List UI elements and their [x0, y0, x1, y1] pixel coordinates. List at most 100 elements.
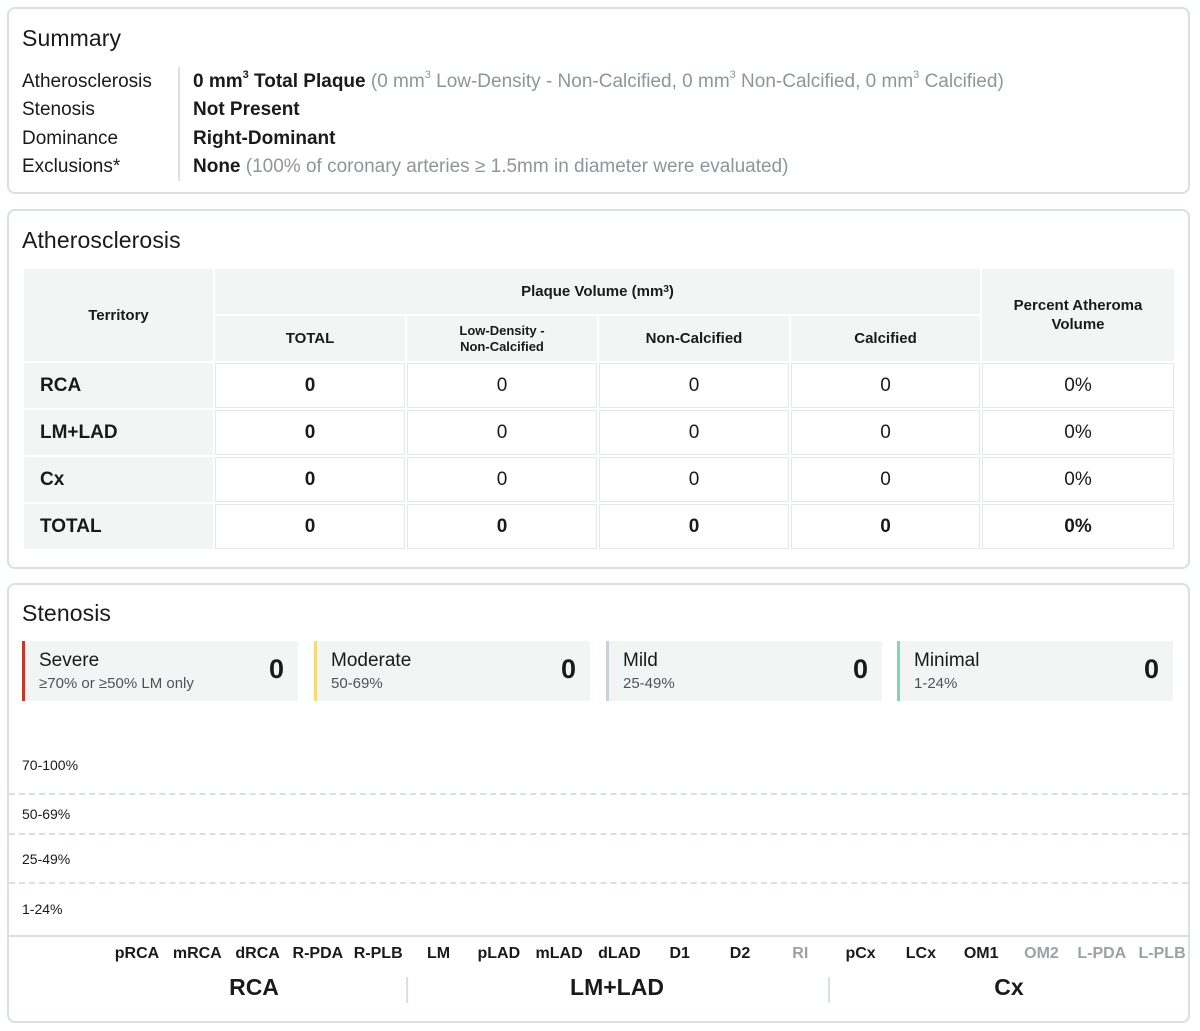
summary-labels: Atherosclerosis Stenosis Dominance Exclu…	[22, 68, 178, 181]
band-divider	[9, 882, 1188, 884]
card-count: 0	[268, 654, 284, 684]
table-cell-non-calcified: 0	[599, 504, 789, 549]
label-dominance: Dominance	[22, 127, 119, 149]
segment-label-dlad: dLAD	[598, 945, 641, 962]
card-count: 0	[560, 654, 576, 684]
header-low-density-line-2: Non-Calcified	[460, 338, 544, 354]
table-cell-total: 0	[215, 457, 405, 502]
summary-divider	[178, 67, 180, 181]
value-atherosclerosis: 0 mm3 Total Plaque (0 mm3 Low-Density - …	[193, 68, 1004, 96]
segment-label-d2: D2	[729, 945, 751, 962]
stenosis-card-severe: Severe ≥70% or ≥50% LM only 0	[22, 641, 298, 701]
segment-label-pcx: pCx	[845, 945, 876, 962]
header-pav-line-2: Volume	[1051, 316, 1105, 333]
stenosis-title: Stenosis	[22, 600, 112, 626]
table-cell-calcified: 0	[791, 504, 980, 549]
atherosclerosis-panel: Atherosclerosis Territory Plaque Volume …	[7, 209, 1190, 569]
segment-label-prca: pRCA	[114, 945, 160, 962]
value-dominance: Right-Dominant	[193, 127, 336, 149]
group-label-cx: Cx	[994, 974, 1024, 1000]
table-cell-calcified: 0	[791, 410, 980, 455]
group-separator	[828, 977, 830, 1003]
card-title: Mild	[623, 650, 658, 671]
table-cell-non-calcified: 0	[599, 457, 789, 502]
unit-superscript: 3	[913, 68, 920, 81]
unit-superscript: 3	[242, 68, 249, 81]
segment-label-lm: LM	[426, 945, 451, 962]
band-label-1-24: 1-24%	[22, 901, 63, 917]
breakdown-part-4: Calcified)	[919, 71, 1004, 92]
card-count: 0	[852, 654, 868, 684]
table-cell-pav: 0%	[982, 504, 1174, 549]
total-plaque: 0 mm3 Total Plaque	[193, 68, 366, 92]
card-range: ≥70% or ≥50% LM only	[39, 675, 194, 692]
header-plaque-volume: Plaque Volume (mm 3)	[215, 269, 980, 314]
segment-label-mlad: mLAD	[535, 945, 583, 962]
table-cell-total: 0	[215, 363, 405, 408]
segment-label-drca: dRCA	[235, 945, 280, 962]
segment-label-l-pda: L-PDA	[1077, 945, 1127, 962]
stenosis-card-mild: Mild 25-49% 0	[606, 641, 882, 701]
total-plaque-label: Total Plaque	[248, 71, 366, 92]
header-low-density-line-1: Low-Density -	[459, 322, 545, 338]
card-range: 1-24%	[914, 675, 958, 692]
segment-label-r-pda: R-PDA	[292, 945, 344, 962]
table-cell-non-calcified: 0	[599, 410, 789, 455]
breakdown-part-3: Non-Calcified, 0 mm	[735, 71, 914, 92]
stenosis-card-minimal: Minimal 1-24% 0	[897, 641, 1173, 701]
stenosis-panel: Stenosis Severe ≥70% or ≥50% LM only 0 Mode…	[7, 583, 1190, 1023]
value-stenosis: Not Present	[193, 99, 300, 121]
band-divider	[9, 833, 1188, 835]
value-exclusions: None (100% of coronary arteries ≥ 1.5mm …	[193, 153, 1004, 181]
table-cell-calcified: 0	[791, 457, 980, 502]
table-cell-pav: 0%	[982, 410, 1174, 455]
segment-label-plad: pLAD	[477, 945, 521, 962]
card-count: 0	[1143, 654, 1159, 684]
plaque-breakdown: (0 mm3 Low-Density - Non-Calcified, 0 mm…	[365, 68, 1004, 92]
unit-superscript: 3	[729, 68, 736, 81]
header-calcified: Calcified	[791, 316, 980, 361]
row-label: RCA	[24, 363, 213, 408]
exclusions-value: None	[193, 155, 241, 177]
plaque-table: Territory Plaque Volume (mm 3) Percent At…	[24, 269, 1174, 553]
group-label-rca: RCA	[229, 974, 279, 1000]
card-range: 50-69%	[331, 675, 383, 692]
header-territory: Territory	[24, 269, 213, 361]
segment-axis-line	[9, 935, 1188, 937]
band-label-25-49: 25-49%	[22, 851, 71, 867]
segment-label-mrca: mRCA	[172, 945, 222, 962]
band-label-50-69: 50-69%	[22, 806, 71, 822]
row-label: Cx	[24, 457, 213, 502]
card-range: 25-49%	[623, 675, 675, 692]
card-title: Moderate	[331, 650, 412, 671]
segment-label-om1: OM1	[963, 945, 999, 962]
header-pav-line-1: Percent Atheroma	[1013, 297, 1143, 314]
breakdown-part-1: (0 mm	[365, 71, 425, 92]
header-pav: Percent Atheroma Volume	[982, 269, 1174, 361]
total-plaque-value: 0 mm	[193, 71, 243, 92]
header-non-calcified: Non-Calcified	[599, 316, 789, 361]
band-label-70-100: 70-100%	[22, 757, 79, 773]
atherosclerosis-title: Atherosclerosis	[22, 227, 181, 253]
table-cell-low-density: 0	[407, 410, 597, 455]
card-title: Minimal	[914, 650, 980, 671]
header-low-density: Low-Density - Non-Calcified	[407, 316, 597, 361]
table-cell-low-density: 0	[407, 504, 597, 549]
row-label: TOTAL	[24, 504, 213, 549]
segment-label-lcx: LCx	[905, 945, 936, 962]
summary-panel: Summary Atherosclerosis Stenosis Dominan…	[7, 7, 1190, 194]
exclusions-detail: (100% of coronary arteries ≥ 1.5mm in di…	[240, 155, 789, 177]
group-label-lm-lad: LM+LAD	[570, 974, 664, 1000]
table-cell-pav: 0%	[982, 457, 1174, 502]
group-separator	[406, 977, 408, 1003]
segment-label-om2: OM2	[1024, 945, 1059, 962]
segment-label-r-plb: R-PLB	[353, 945, 403, 962]
header-plaque-volume-end: )	[668, 283, 674, 300]
table-cell-total: 0	[215, 504, 405, 549]
summary-title: Summary	[22, 25, 122, 51]
table-cell-low-density: 0	[407, 363, 597, 408]
table-cell-pav: 0%	[982, 363, 1174, 408]
segment-label-l-plb: L-PLB	[1138, 945, 1186, 962]
table-cell-calcified: 0	[791, 363, 980, 408]
label-exclusions: Exclusions*	[22, 155, 121, 177]
